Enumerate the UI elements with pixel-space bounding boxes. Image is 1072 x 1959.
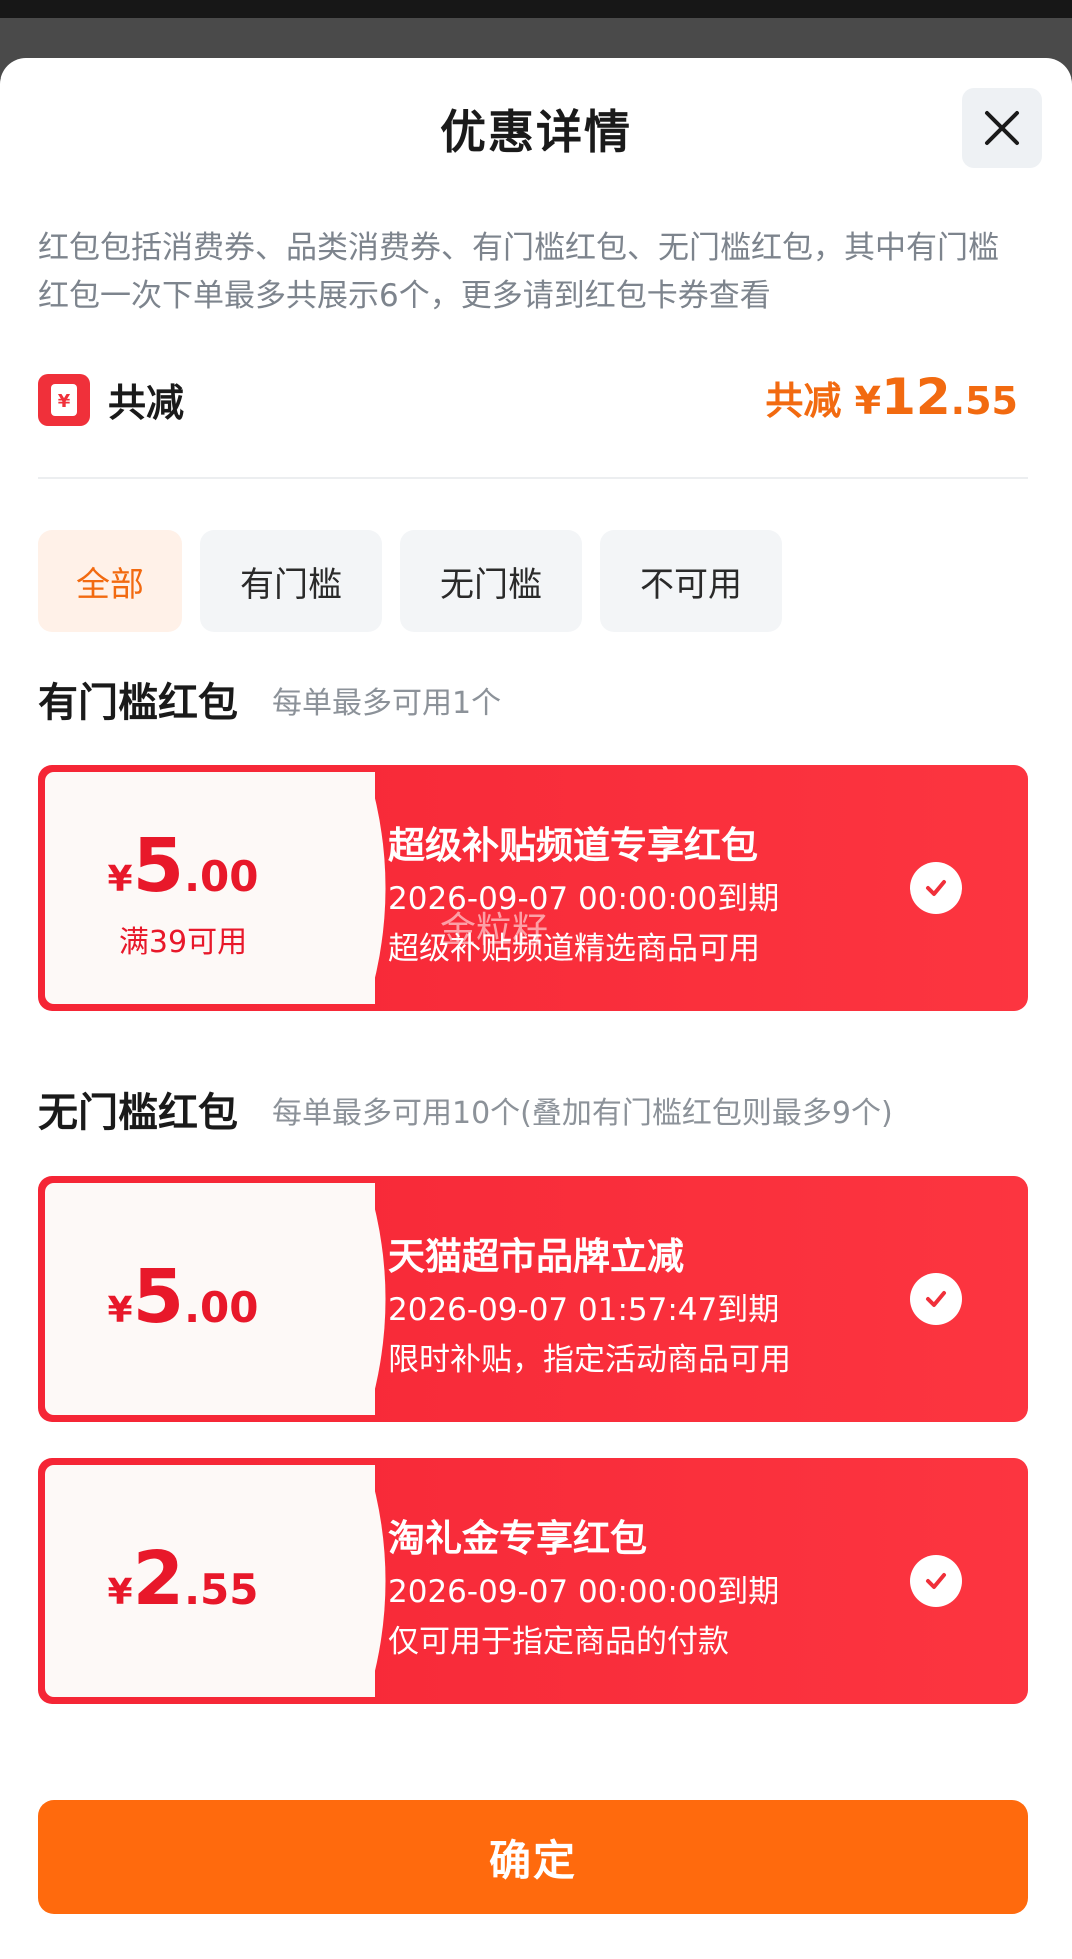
page-title: 优惠详情 bbox=[440, 105, 632, 159]
coupon-name: 淘礼金专享红包 bbox=[388, 1517, 647, 1560]
total-prefix: 共减 ¥ bbox=[765, 379, 882, 423]
section-title-threshold: 有门槛红包 bbox=[38, 680, 238, 726]
tab-unavailable[interactable]: 不可用 bbox=[600, 530, 782, 632]
coupon-rule: 限时补贴，指定活动商品可用 bbox=[388, 1342, 791, 1378]
close-icon bbox=[985, 111, 1019, 145]
coupon-card[interactable]: ¥5.00 天猫超市品牌立减 2026-09-07 01:57:47到期 限时补… bbox=[38, 1176, 1028, 1422]
currency: ¥ bbox=[107, 1572, 133, 1613]
divider bbox=[38, 477, 1028, 479]
section-title-no-threshold: 无门槛红包 bbox=[38, 1090, 238, 1136]
check-icon bbox=[926, 880, 946, 896]
amount-dec: .00 bbox=[184, 852, 259, 901]
amount-dec: .00 bbox=[184, 1283, 259, 1332]
coupon-amount: ¥5.00 bbox=[38, 1254, 328, 1340]
coupon-amount: ¥2.55 bbox=[38, 1536, 328, 1622]
coupon-name: 天猫超市品牌立减 bbox=[388, 1235, 684, 1278]
coupon-rule: 仅可用于指定商品的付款 bbox=[388, 1624, 729, 1660]
check-icon bbox=[926, 1573, 946, 1589]
amount-dec: .55 bbox=[184, 1565, 259, 1614]
coupon-amount: ¥5.00 bbox=[38, 823, 328, 909]
coupon-selected-toggle[interactable] bbox=[910, 862, 962, 914]
coupon-card[interactable]: ¥2.55 淘礼金专享红包 2026-09-07 00:00:00到期 仅可用于… bbox=[38, 1458, 1028, 1704]
coupon-condition: 满39可用 bbox=[118, 925, 248, 960]
red-packet-icon: ¥ bbox=[38, 374, 90, 426]
currency: ¥ bbox=[107, 1290, 133, 1331]
total-discount-label: 共减 bbox=[108, 381, 185, 425]
tab-no-threshold[interactable]: 无门槛 bbox=[400, 530, 582, 632]
tab-threshold[interactable]: 有门槛 bbox=[200, 530, 382, 632]
coupon-expiry: 2026-09-07 00:00:00到期 bbox=[388, 1574, 780, 1610]
total-int: 12 bbox=[881, 368, 951, 426]
total-dec: .55 bbox=[950, 379, 1018, 423]
currency: ¥ bbox=[107, 859, 133, 900]
coupon-selected-toggle[interactable] bbox=[910, 1273, 962, 1325]
amount-int: 5 bbox=[132, 823, 185, 909]
discount-description: 红包包括消费券、品类消费券、有门槛红包、无门槛红包，其中有门槛红包一次下单最多共… bbox=[38, 230, 999, 314]
check-icon bbox=[926, 1291, 946, 1307]
coupon-selected-toggle[interactable] bbox=[910, 1555, 962, 1607]
coupon-expiry: 2026-09-07 01:57:47到期 bbox=[388, 1292, 780, 1328]
amount-int: 5 bbox=[132, 1254, 185, 1340]
coupon-card[interactable]: ¥5.00 满39可用 超级补贴频道专享红包 2026-09-07 00:00:… bbox=[38, 765, 1028, 1011]
svg-text:¥: ¥ bbox=[58, 391, 71, 412]
watermark: 金粒籽 bbox=[440, 910, 549, 951]
amount-int: 2 bbox=[132, 1536, 185, 1622]
status-bar bbox=[0, 0, 1072, 18]
total-discount-value: 共减 ¥12.55 bbox=[765, 368, 1018, 426]
coupon-name: 超级补贴频道专享红包 bbox=[388, 824, 758, 867]
confirm-button[interactable]: 确定 bbox=[38, 1800, 1028, 1914]
section-note-threshold: 每单最多可用1个 bbox=[272, 686, 502, 721]
close-button[interactable] bbox=[962, 88, 1042, 168]
tab-all[interactable]: 全部 bbox=[38, 530, 182, 632]
section-note-no-threshold: 每单最多可用10个(叠加有门槛红包则最多9个) bbox=[272, 1096, 893, 1131]
